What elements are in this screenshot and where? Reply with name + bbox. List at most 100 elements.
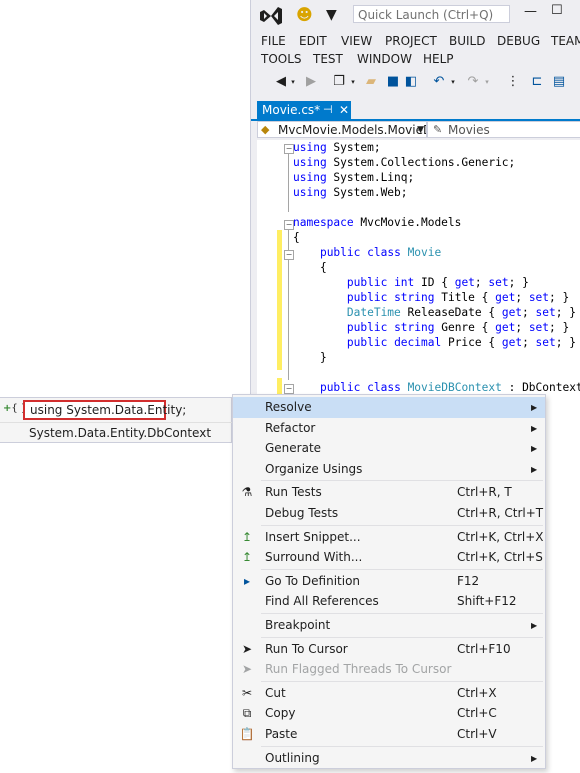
menu-item-insert-snippet[interactable]: ↥ Insert Snippet... Ctrl+K, Ctrl+X — [233, 527, 545, 548]
menu-item-run-tests[interactable]: ⚗ Run Tests Ctrl+R, T — [233, 482, 545, 503]
menu-help[interactable]: HELP — [423, 52, 454, 66]
code-line: { — [293, 231, 300, 244]
menu-item-label: Go To Definition — [265, 573, 361, 588]
code-keyword: using — [293, 171, 327, 184]
menu-view[interactable]: VIEW — [341, 34, 372, 48]
menu-item-copy[interactable]: ⧉ Copy Ctrl+C — [233, 703, 545, 724]
menu-separator — [261, 745, 543, 747]
menu-item-label: Run Flagged Threads To Cursor — [265, 662, 452, 677]
menu-item-outlining[interactable]: Outlining ▶ — [233, 748, 545, 769]
code-keyword: public — [319, 381, 361, 394]
menu-item-surround-with[interactable]: ↥ Surround With... Ctrl+K, Ctrl+S — [233, 547, 545, 568]
menu-item-cut[interactable]: ✂ Cut Ctrl+X — [233, 683, 545, 704]
menu-item-label: Cut — [265, 685, 286, 700]
code-keyword: set — [535, 306, 556, 319]
menu-file[interactable]: FILE — [261, 34, 286, 48]
code-line: } — [293, 351, 327, 364]
save-all-icon[interactable]: ◧ — [403, 73, 419, 91]
menu-build[interactable]: BUILD — [449, 34, 485, 48]
menu-item-label: Refactor — [265, 420, 316, 435]
code-keyword: using — [293, 141, 327, 154]
save-icon[interactable]: ■ — [385, 73, 401, 91]
code-keyword: public — [346, 291, 388, 304]
submenu-arrow-icon: ▶ — [531, 753, 538, 763]
code-text: : DbContext — [501, 381, 580, 394]
menu-debug[interactable]: DEBUG — [497, 34, 540, 48]
menu-team[interactable]: TEAM — [551, 34, 580, 48]
copy-icon: ⧉ — [242, 706, 252, 721]
redo-dropdown-icon[interactable]: ▾ — [479, 73, 495, 91]
new-dropdown-icon[interactable]: ▾ — [345, 73, 361, 91]
code-text: MvcMovie.Models — [353, 216, 462, 229]
code-keyword: set — [488, 276, 509, 289]
close-tab-icon[interactable]: ✕ — [339, 101, 349, 119]
menu-item-breakpoint[interactable]: Breakpoint ▶ — [233, 615, 545, 636]
menu-item-run-to-cursor[interactable]: ➤ Run To Cursor Ctrl+F10 — [233, 639, 545, 660]
menu-item-go-to-definition[interactable]: ▸ Go To Definition F12 — [233, 571, 545, 592]
undo-dropdown-icon[interactable]: ▾ — [445, 73, 461, 91]
layout-icon[interactable]: ▤ — [551, 73, 567, 91]
code-keyword: set — [528, 321, 550, 334]
menu-test[interactable]: TEST — [313, 52, 343, 66]
tab-movie-cs[interactable]: Movie.cs* ⊣ ✕ — [257, 101, 351, 119]
code-text: ; } — [555, 306, 576, 319]
visual-studio-window: ☻ ▼ Quick Launch (Ctrl+Q) — ☐ FILE EDIT … — [250, 0, 580, 400]
pin-icon[interactable]: ⊣ — [323, 101, 333, 119]
code-keyword: decimal — [394, 336, 442, 349]
class-icon: ◆ — [261, 123, 270, 136]
menu-item-debug-tests[interactable]: Debug Tests Ctrl+R, Ctrl+T — [233, 503, 545, 524]
smart-tag-popup: +{ } using System.Data.Entity; System.Da… — [0, 397, 232, 443]
maximize-icon[interactable]: ☐ — [551, 3, 563, 18]
back-dropdown-icon[interactable]: ▾ — [285, 73, 301, 91]
menu-item-shortcut: Ctrl+R, Ctrl+T — [457, 506, 544, 520]
code-line: public string Title { get; set; } — [293, 291, 569, 304]
code-keyword: public — [319, 246, 361, 259]
menu-item-resolve[interactable]: Resolve ▶ — [233, 397, 545, 418]
menu-item-find-all-references[interactable]: Find All References Shift+F12 — [233, 591, 545, 612]
member-dropdown[interactable]: ✎ Movies — [427, 121, 580, 138]
menu-item-generate[interactable]: Generate ▶ — [233, 438, 545, 459]
code-text: ; } — [555, 336, 576, 349]
code-text: ; — [474, 276, 489, 289]
submenu-arrow-icon: ▶ — [531, 423, 538, 433]
menu-item-paste[interactable]: 📋 Paste Ctrl+V — [233, 724, 545, 745]
code-line: public class MovieDBContext : DbContext — [293, 381, 580, 394]
menu-window[interactable]: WINDOW — [357, 52, 412, 66]
minimize-icon[interactable]: — — [524, 4, 537, 19]
menu-item-label: Paste — [265, 727, 298, 741]
code-keyword: using — [293, 156, 327, 169]
smiley-icon[interactable]: ☻ — [296, 5, 316, 25]
menu-item-refactor[interactable]: Refactor ▶ — [233, 418, 545, 439]
quick-launch-input[interactable]: Quick Launch (Ctrl+Q) — [353, 5, 510, 23]
menu-tools[interactable]: TOOLS — [261, 52, 302, 66]
code-keyword: get — [501, 336, 523, 349]
smart-tag-item-using[interactable]: using System.Data.Entity; — [23, 400, 186, 420]
code-text: System.Web; — [326, 186, 408, 199]
menu-edit[interactable]: EDIT — [299, 34, 327, 48]
document-tab-strip: Movie.cs* ⊣ ✕ — [251, 101, 580, 121]
tab-label: Movie.cs* — [262, 103, 321, 117]
code-keyword: string — [394, 321, 435, 334]
menu-item-label: Resolve — [265, 400, 312, 414]
member-dropdown-value: Movies — [448, 123, 490, 137]
code-line: DateTime ReleaseDate { get; set; } — [293, 306, 576, 319]
format-icon[interactable]: ⊏ — [529, 73, 545, 91]
code-editor[interactable]: − − − − using System; using System.Collec… — [257, 140, 580, 400]
menu-item-organize-usings[interactable]: Organize Usings ▶ — [233, 459, 545, 480]
menu-item-run-flagged-threads-to-cursor: ➤ Run Flagged Threads To Cursor — [233, 659, 545, 680]
comment-icon[interactable]: ⋮ — [505, 73, 521, 91]
open-icon[interactable]: ▰ — [363, 73, 379, 91]
code-text: ; — [522, 306, 536, 319]
forward-icon[interactable]: ▶ — [303, 73, 319, 91]
menu-project[interactable]: PROJECT — [385, 34, 437, 48]
menu-item-shortcut: Ctrl+C — [457, 706, 497, 721]
funnel-icon[interactable]: ▼ — [326, 5, 337, 25]
type-dropdown[interactable]: ◆ MvcMovie.Models.MovieDB ▼ — [257, 121, 427, 138]
run-tests-icon: ⚗ — [241, 485, 253, 500]
code-type: Movie — [407, 246, 442, 259]
smart-tag-item-qualify[interactable]: System.Data.Entity.DbContext — [29, 426, 211, 440]
code-keyword: string — [394, 291, 435, 304]
submenu-arrow-icon: ▶ — [531, 464, 538, 474]
code-keyword: namespace — [293, 216, 354, 229]
